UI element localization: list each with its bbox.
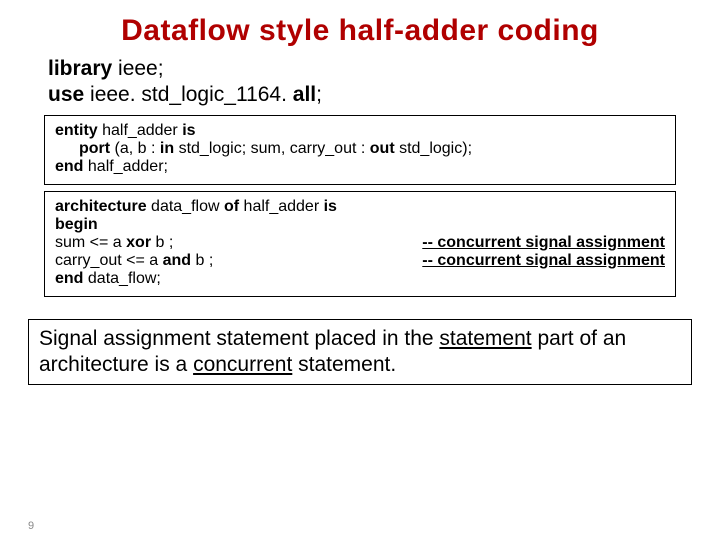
sum-c: b ;: [151, 234, 173, 251]
sum-assign: sum <= a xor b ;: [55, 234, 173, 252]
kw-end: end: [55, 158, 83, 175]
use-rest: ieee. std_logic_1164.: [84, 83, 293, 106]
kw-of: of: [224, 198, 239, 215]
kw-use: use: [48, 83, 84, 106]
architecture-block: architecture data_flow of half_adder is …: [44, 191, 676, 297]
kw-is-2: is: [324, 198, 337, 215]
footer-note: Signal assignment statement placed in th…: [28, 319, 692, 386]
arch-line-2: begin: [55, 216, 665, 234]
kw-library: library: [48, 57, 112, 80]
kw-end-2: end: [55, 270, 83, 287]
comment-1: -- concurrent signal assignment: [422, 234, 665, 252]
kw-and: and: [163, 252, 191, 269]
entity-line-1: entity half_adder is: [55, 122, 665, 140]
kw-all: all: [293, 83, 316, 106]
entity-line-3: end half_adder;: [55, 158, 665, 176]
library-rest: ieee;: [112, 57, 163, 80]
carry-a: carry_out <= a: [55, 252, 163, 269]
kw-out: out: [370, 140, 395, 157]
end-arch-name: data_flow;: [83, 270, 160, 287]
arch-t1: data_flow: [147, 198, 224, 215]
carry-assign: carry_out <= a and b ;: [55, 252, 213, 270]
sum-a: sum <= a: [55, 234, 126, 251]
kw-is: is: [182, 122, 195, 139]
arch-line-3: sum <= a xor b ; -- concurrent signal as…: [55, 234, 665, 252]
use-line: use ieee. std_logic_1164. all;: [48, 82, 672, 108]
end-name: half_adder;: [83, 158, 168, 175]
port-t2: std_logic; sum, carry_out :: [174, 140, 370, 157]
library-line: library ieee;: [48, 56, 672, 82]
arch-line-5: end data_flow;: [55, 270, 665, 288]
carry-c: b ;: [191, 252, 213, 269]
kw-in: in: [160, 140, 174, 157]
slide-title: Dataflow style half-adder coding: [0, 0, 720, 56]
port-t3: std_logic);: [395, 140, 472, 157]
library-block: library ieee; use ieee. std_logic_1164. …: [48, 56, 672, 109]
kw-entity: entity: [55, 122, 98, 139]
entity-block: entity half_adder is port (a, b : in std…: [44, 115, 676, 185]
footer-u2: concurrent: [193, 353, 292, 376]
arch-line-1: architecture data_flow of half_adder is: [55, 198, 665, 216]
entity-name: half_adder: [98, 122, 183, 139]
page-number: 9: [28, 520, 34, 532]
comment-2: -- concurrent signal assignment: [422, 252, 665, 270]
footer-t3: statement.: [292, 353, 396, 376]
footer-t1: Signal assignment statement placed in th…: [39, 327, 439, 350]
arch-t2: half_adder: [239, 198, 324, 215]
kw-architecture: architecture: [55, 198, 147, 215]
arch-line-4: carry_out <= a and b ; -- concurrent sig…: [55, 252, 665, 270]
kw-port: port: [79, 140, 115, 157]
kw-begin: begin: [55, 216, 98, 233]
kw-xor: xor: [126, 234, 151, 251]
port-t1: (a, b :: [115, 140, 160, 157]
footer-u1: statement: [439, 327, 531, 350]
entity-line-2: port (a, b : in std_logic; sum, carry_ou…: [55, 140, 665, 158]
semi: ;: [316, 83, 322, 106]
